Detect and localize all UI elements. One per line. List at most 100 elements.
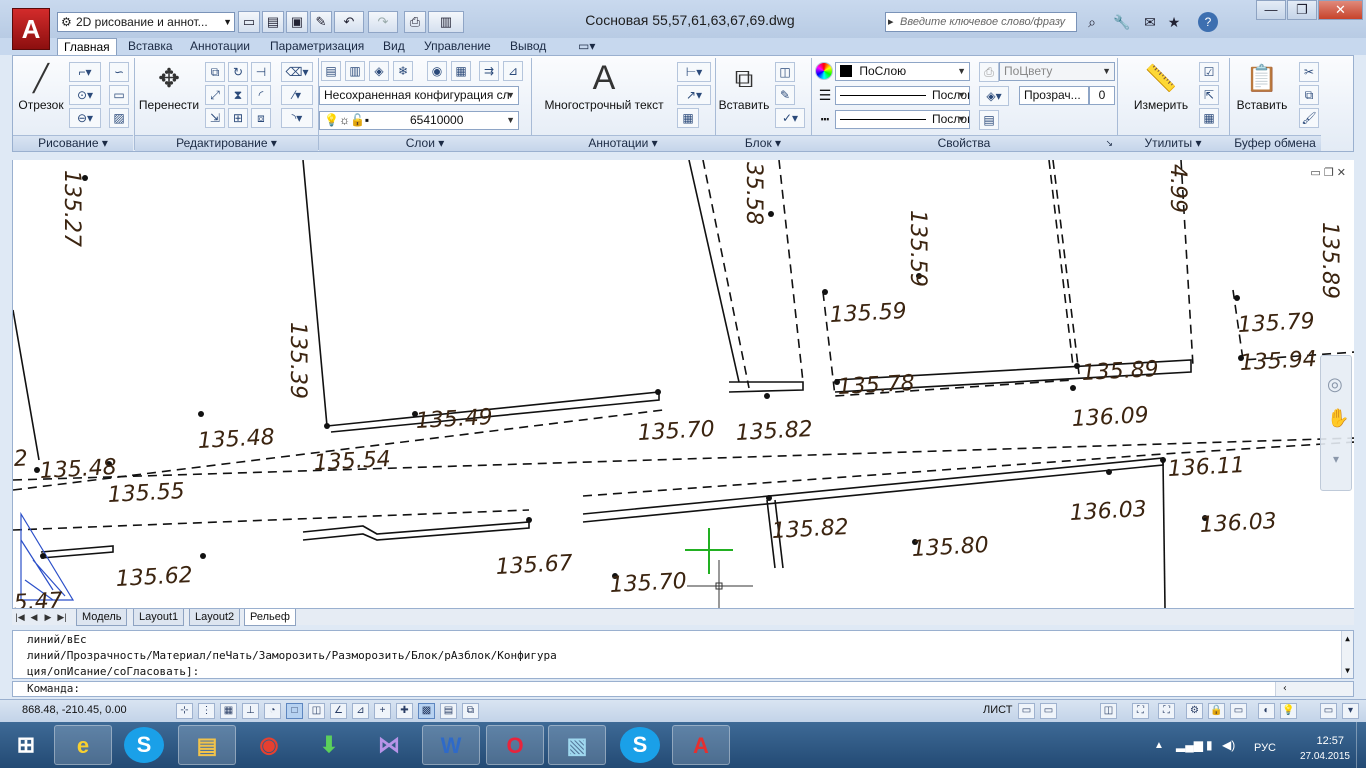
utilities-panel-title[interactable]: Утилиты ▾ xyxy=(1117,135,1229,151)
save-as-button[interactable]: ✎ xyxy=(310,11,332,33)
first-layout-icon[interactable]: |◀ xyxy=(14,611,26,623)
status-menu-icon[interactable]: ▭ xyxy=(1320,703,1337,719)
snap-mode-icon[interactable]: ⋮ xyxy=(198,703,215,719)
object-snap-icon[interactable]: □ xyxy=(286,703,303,719)
tab-insert[interactable]: Вставка xyxy=(122,38,179,55)
show-desktop-button[interactable] xyxy=(1356,722,1366,768)
polar-tracking-icon[interactable]: ◔ xyxy=(264,703,281,719)
status-options-icon[interactable]: ▾ xyxy=(1342,703,1359,719)
modify-panel-title[interactable]: Редактирование ▾ xyxy=(135,135,318,151)
lineweight-select[interactable]: Послою ▼ xyxy=(835,86,970,105)
pan-icon[interactable]: ✋ xyxy=(1327,408,1349,429)
erase-icon[interactable]: ⌫▾ xyxy=(281,62,313,82)
spline-icon[interactable]: ∽ xyxy=(109,62,129,82)
clock-date[interactable]: 27.04.2015 xyxy=(1300,751,1350,762)
insert-block-button[interactable]: ⧉ Вставить xyxy=(717,60,771,112)
zoom-icon[interactable]: ▾ xyxy=(1333,452,1339,466)
copy-icon[interactable]: ⧉ xyxy=(205,62,225,82)
chrome-icon[interactable]: ◉ xyxy=(240,725,298,765)
word-icon[interactable]: W xyxy=(422,725,480,765)
quick-view-drawings-icon[interactable]: ▭ xyxy=(1040,703,1057,719)
chamfer-icon[interactable]: ◝▾ xyxy=(281,108,313,128)
battery-icon[interactable]: ▮ xyxy=(1206,738,1213,752)
selection-cycling-icon[interactable]: ⧉ xyxy=(462,703,479,719)
layout-mode-label[interactable]: ЛИСТ xyxy=(983,704,1012,716)
opera-icon[interactable]: O xyxy=(486,725,544,765)
select-all-icon[interactable]: ⇱ xyxy=(1199,85,1219,105)
properties-panel-title[interactable]: Свойства ↘ xyxy=(811,135,1117,151)
mtext-button[interactable]: A Многострочный текст xyxy=(537,60,671,112)
command-input[interactable]: Команда: ‹ › xyxy=(12,681,1354,708)
print-button[interactable]: ⎙ xyxy=(404,11,426,33)
layer-freeze-icon[interactable]: ❄ xyxy=(393,61,413,81)
copy-clip-icon[interactable]: ⧉ xyxy=(1299,85,1319,105)
linetype-select[interactable]: Послою ▼ xyxy=(835,110,970,129)
workspace-select[interactable]: ⚙ 2D рисование и аннот... ▼ xyxy=(57,12,235,32)
fillet-icon[interactable]: ◜ xyxy=(251,85,271,105)
tab-manage[interactable]: Управление xyxy=(418,38,497,55)
command-history-scrollbar[interactable]: ▲ ▼ xyxy=(1341,631,1353,678)
quick-properties-icon[interactable]: ▤ xyxy=(440,703,457,719)
layer-isolate-icon[interactable]: ◈ xyxy=(369,61,389,81)
layer-state-select[interactable]: Несохраненная конфигурация сл ▼ xyxy=(319,86,519,105)
network-icon[interactable]: ▂▄▆ xyxy=(1176,738,1203,752)
rectangle-icon[interactable]: ▭ xyxy=(109,85,129,105)
explode-icon[interactable]: ⁄▾ xyxy=(281,85,313,105)
calculator-icon[interactable]: ▦ xyxy=(1199,108,1219,128)
block-attribute-icon[interactable]: ✓▾ xyxy=(775,108,805,128)
application-menu-button[interactable]: A xyxy=(12,8,50,50)
layout-tab-layout1[interactable]: Layout1 xyxy=(133,609,185,626)
quick-select-icon[interactable]: ☑ xyxy=(1199,62,1219,82)
tab-home[interactable]: Главная xyxy=(57,38,117,56)
hatch-icon[interactable]: ▨ xyxy=(109,108,129,128)
viewport-controls[interactable]: ▭ ❐ ✕ xyxy=(1310,166,1346,179)
new-file-button[interactable]: ▭ xyxy=(238,11,260,33)
layer-lock-icon[interactable]: ▦ xyxy=(451,61,471,81)
show-hidden-icons-icon[interactable]: ▲ xyxy=(1154,740,1164,751)
dynamic-ucs-icon[interactable]: ⊿ xyxy=(352,703,369,719)
lock-ui-icon[interactable]: 🔒 xyxy=(1208,703,1225,719)
file-explorer-icon[interactable]: ▤ xyxy=(178,725,236,765)
object-snap-tracking-icon[interactable]: ∠ xyxy=(330,703,347,719)
leader-icon[interactable]: ↗▾ xyxy=(677,85,711,105)
annotation-visibility-icon[interactable]: ⛶ xyxy=(1158,703,1175,719)
plot-style-icon[interactable]: ⎙ xyxy=(979,62,999,82)
photo-viewer-icon[interactable]: ▧ xyxy=(548,725,606,765)
layer-state-icon[interactable]: ▥ xyxy=(345,61,365,81)
workspace-button[interactable]: ▥ xyxy=(428,11,464,33)
steering-wheel-icon[interactable]: ◎ xyxy=(1327,374,1343,395)
quick-view-layouts-icon[interactable]: ▭ xyxy=(1018,703,1035,719)
skype-icon-2[interactable]: S xyxy=(620,727,660,763)
match-properties-icon[interactable]: 🖌 xyxy=(1299,108,1319,128)
tab-parametric[interactable]: Параметризация xyxy=(264,38,370,55)
download-manager-icon[interactable]: ⬇ xyxy=(300,725,358,765)
workspace-switch-icon[interactable]: ⚙ xyxy=(1186,703,1203,719)
tab-output[interactable]: Вывод xyxy=(504,38,552,55)
dynamic-input-icon[interactable]: + xyxy=(374,703,391,719)
autocad-icon[interactable]: A xyxy=(672,725,730,765)
visual-studio-icon[interactable]: ⋈ xyxy=(360,725,418,765)
layout-tab-relief[interactable]: Рельеф xyxy=(244,609,296,626)
color-select[interactable]: ПоСлою ▼ xyxy=(835,62,970,81)
plot-style-select[interactable]: ПоЦвету ▼ xyxy=(999,62,1115,81)
prev-layout-icon[interactable]: ◀ xyxy=(28,611,40,623)
infer-constraints-icon[interactable]: ⊹ xyxy=(176,703,193,719)
polyline-icon[interactable]: ⌐▾ xyxy=(69,62,101,82)
drawing-canvas[interactable]: 135.27 135.39 35.58 135.59 4.99 135.89 135.59 1… xyxy=(12,160,1354,608)
transparency-input[interactable]: 0 xyxy=(1089,86,1115,105)
volume-icon[interactable]: ◀) xyxy=(1222,738,1235,752)
help-icon[interactable]: ? xyxy=(1198,12,1218,32)
layer-properties-icon[interactable]: ▤ xyxy=(321,61,341,81)
last-layout-icon[interactable]: ▶| xyxy=(56,611,68,623)
cut-icon[interactable]: ✂ xyxy=(1299,62,1319,82)
layout-tab-model[interactable]: Модель xyxy=(76,609,128,626)
3d-object-snap-icon[interactable]: ◫ xyxy=(308,703,325,719)
clipboard-panel-title[interactable]: Буфер обмена xyxy=(1229,135,1321,151)
skype-icon[interactable]: S xyxy=(124,727,164,763)
restore-button[interactable]: ❐ xyxy=(1287,0,1317,20)
layer-match-icon[interactable]: ⇉ xyxy=(479,61,499,81)
save-button[interactable]: ▣ xyxy=(286,11,308,33)
ellipse-icon[interactable]: ⊖▾ xyxy=(69,108,101,128)
internet-explorer-icon[interactable]: e xyxy=(54,725,112,765)
open-file-button[interactable]: ▤ xyxy=(262,11,284,33)
